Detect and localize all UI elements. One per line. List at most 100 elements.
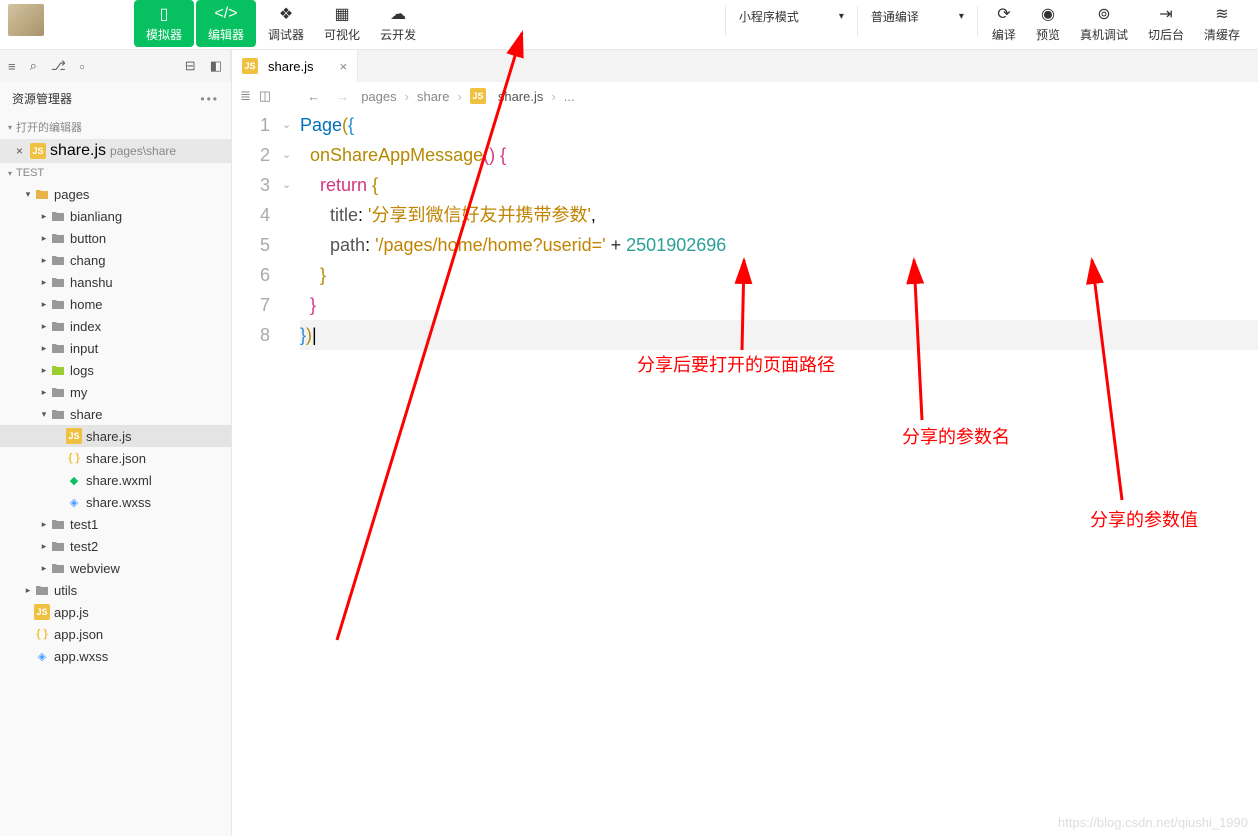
refresh-icon: ⟳ bbox=[994, 4, 1014, 24]
cloud-button[interactable]: ☁云开发 bbox=[370, 0, 426, 47]
tab-share-js[interactable]: JS share.js × bbox=[232, 50, 358, 82]
tree-item-button[interactable]: button bbox=[0, 227, 231, 249]
project-section[interactable]: TEST bbox=[0, 163, 231, 183]
cloud-icon: ☁ bbox=[388, 4, 408, 24]
collapse-icon[interactable]: ⊟ bbox=[185, 58, 196, 74]
branch-icon[interactable]: ⎇ bbox=[51, 58, 66, 74]
folder-icon bbox=[50, 560, 66, 576]
folder-icon bbox=[50, 384, 66, 400]
tree-item-logs[interactable]: logs bbox=[0, 359, 231, 381]
folder-o-icon bbox=[34, 186, 50, 202]
code-editor[interactable]: 1 2 3 4 5 6 7 8 ⌄ ⌄ ⌄ Page({ onShareAppM… bbox=[232, 110, 1258, 836]
forward-icon: → bbox=[332, 89, 353, 104]
tree-item-webview[interactable]: webview bbox=[0, 557, 231, 579]
activity-bar-top: ≡ ⌕ ⎇ ▫ ⊟ ◧ bbox=[0, 50, 231, 82]
bug-icon: ❖ bbox=[276, 4, 296, 24]
folder-icon bbox=[50, 516, 66, 532]
compile-button[interactable]: ⟳编译 bbox=[982, 0, 1026, 47]
tree-item-index[interactable]: index bbox=[0, 315, 231, 337]
tree-item-share-json[interactable]: { }share.json bbox=[0, 447, 231, 469]
annotation-value: 分享的参数值 bbox=[1090, 505, 1198, 535]
js-icon: JS bbox=[470, 88, 486, 104]
list-icon[interactable]: ≣ bbox=[240, 88, 251, 104]
crumb-file[interactable]: share.js bbox=[498, 89, 544, 104]
open-editors-section[interactable]: 打开的编辑器 bbox=[0, 115, 231, 139]
clear-cache-button[interactable]: ≋清缓存 bbox=[1194, 0, 1250, 47]
folder-icon bbox=[50, 538, 66, 554]
background-button[interactable]: ⇥切后台 bbox=[1138, 0, 1194, 47]
js-icon: JS bbox=[66, 428, 82, 444]
phone-icon: ▯ bbox=[154, 4, 174, 24]
crumb-pages[interactable]: pages bbox=[361, 89, 396, 104]
tree-item-input[interactable]: input bbox=[0, 337, 231, 359]
debugger-button[interactable]: ❖调试器 bbox=[258, 0, 314, 47]
tree-item-chang[interactable]: chang bbox=[0, 249, 231, 271]
eye-icon: ◉ bbox=[1038, 4, 1058, 24]
tree-item-home[interactable]: home bbox=[0, 293, 231, 315]
breadcrumb: ≣ ◫ ← → pages› share› JSshare.js› ... bbox=[232, 82, 1258, 110]
device-icon: ⊚ bbox=[1094, 4, 1114, 24]
tab-bar: JS share.js × bbox=[232, 50, 1258, 82]
visualize-button[interactable]: ▦可视化 bbox=[314, 0, 370, 47]
bookmark-icon[interactable]: ◫ bbox=[259, 88, 271, 104]
preview-button[interactable]: ◉预览 bbox=[1026, 0, 1070, 47]
tree-item-share-js[interactable]: JSshare.js bbox=[0, 425, 231, 447]
back-icon[interactable]: ← bbox=[303, 89, 324, 104]
code-icon: </> bbox=[216, 4, 236, 24]
simulator-button[interactable]: ▯模拟器 bbox=[134, 0, 194, 47]
stack-icon: ≋ bbox=[1212, 4, 1232, 24]
lime-icon bbox=[50, 362, 66, 378]
tree-item-app-json[interactable]: { }app.json bbox=[0, 623, 231, 645]
crumb-share[interactable]: share bbox=[417, 89, 450, 104]
editor-pane: JS share.js × ≣ ◫ ← → pages› share› JSsh… bbox=[232, 50, 1258, 836]
editor-button[interactable]: </>编辑器 bbox=[196, 0, 256, 47]
tree-item-share[interactable]: share bbox=[0, 403, 231, 425]
annotation-path: 分享后要打开的页面路径 bbox=[637, 350, 835, 380]
tree-item-utils[interactable]: utils bbox=[0, 579, 231, 601]
fold-gutter[interactable]: ⌄ ⌄ ⌄ bbox=[282, 110, 300, 836]
close-icon[interactable]: × bbox=[340, 59, 348, 74]
js-icon: JS bbox=[34, 604, 50, 620]
open-editor-item[interactable]: × JS share.js pages\share bbox=[0, 139, 231, 163]
wxss-icon: ◈ bbox=[66, 494, 82, 510]
tree-item-share-wxml[interactable]: ◆share.wxml bbox=[0, 469, 231, 491]
tree-item-hanshu[interactable]: hanshu bbox=[0, 271, 231, 293]
top-toolbar: ▯模拟器 </>编辑器 ❖调试器 ▦可视化 ☁云开发 小程序模式 普通编译 ⟳编… bbox=[0, 0, 1258, 50]
tree-item-app-js[interactable]: JSapp.js bbox=[0, 601, 231, 623]
file-tree: pagesbianliangbuttonchanghanshuhomeindex… bbox=[0, 183, 231, 667]
layout-icon[interactable]: ◧ bbox=[210, 58, 222, 74]
json-icon: { } bbox=[66, 450, 82, 466]
grid-icon: ▦ bbox=[332, 4, 352, 24]
tree-item-share-wxss[interactable]: ◈share.wxss bbox=[0, 491, 231, 513]
folder-icon bbox=[50, 230, 66, 246]
search-icon[interactable]: ⌕ bbox=[30, 58, 37, 74]
more-icon[interactable]: ••• bbox=[200, 92, 219, 106]
crumb-more[interactable]: ... bbox=[564, 89, 575, 104]
explorer-title: 资源管理器 ••• bbox=[0, 82, 231, 115]
tree-item-app-wxss[interactable]: ◈app.wxss bbox=[0, 645, 231, 667]
folder-icon bbox=[50, 296, 66, 312]
folder-icon bbox=[50, 318, 66, 334]
tree-item-pages[interactable]: pages bbox=[0, 183, 231, 205]
tree-item-test2[interactable]: test2 bbox=[0, 535, 231, 557]
code-content[interactable]: Page({ onShareAppMessage() { return { ti… bbox=[300, 110, 1258, 836]
sidebar: ≡ ⌕ ⎇ ▫ ⊟ ◧ 资源管理器 ••• 打开的编辑器 × JS share.… bbox=[0, 50, 232, 836]
annotation-param: 分享的参数名 bbox=[902, 422, 1010, 452]
tree-item-bianliang[interactable]: bianliang bbox=[0, 205, 231, 227]
folder-icon bbox=[50, 406, 66, 422]
js-icon: JS bbox=[242, 58, 258, 74]
avatar[interactable] bbox=[8, 4, 44, 36]
wxss-icon: ◈ bbox=[34, 648, 50, 664]
compile-dropdown[interactable]: 普通编译 bbox=[862, 4, 973, 29]
real-debug-button[interactable]: ⊚真机调试 bbox=[1070, 0, 1138, 47]
folder-icon bbox=[50, 340, 66, 356]
js-icon: JS bbox=[30, 143, 46, 159]
folder-icon bbox=[34, 582, 50, 598]
tree-item-test1[interactable]: test1 bbox=[0, 513, 231, 535]
mode-dropdown[interactable]: 小程序模式 bbox=[730, 4, 853, 29]
watermark: https://blog.csdn.net/qiushi_1990 bbox=[1058, 815, 1248, 830]
box-icon[interactable]: ▫ bbox=[80, 59, 85, 74]
tree-item-my[interactable]: my bbox=[0, 381, 231, 403]
menu-icon[interactable]: ≡ bbox=[8, 59, 16, 74]
folder-icon bbox=[50, 208, 66, 224]
